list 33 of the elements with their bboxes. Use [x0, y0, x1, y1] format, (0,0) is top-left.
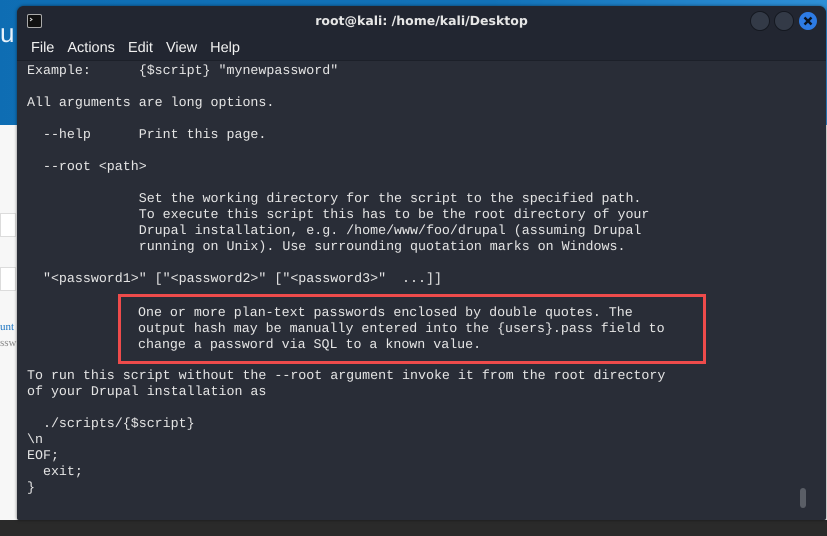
terminal-line: Set the working directory for the script to the specified path.: [138, 191, 642, 207]
menu-item[interactable]: Actions: [67, 40, 115, 56]
terminal-icon: [27, 14, 42, 28]
site-title: u: [0, 18, 14, 48]
minimize-button[interactable]: [750, 10, 770, 30]
terminal-line: "<password1>" ["<password2>" ["<password3>" ...]]: [42, 271, 443, 287]
terminal-line: To execute this script this has to be the root directory of your: [138, 207, 650, 223]
terminal-line: EOF;: [27, 448, 60, 464]
menu-item[interactable]: View: [166, 40, 198, 56]
terminal-line: }: [27, 480, 36, 496]
close-button[interactable]: [798, 10, 818, 30]
menu-item[interactable]: Edit: [128, 40, 153, 56]
terminal-line: Drupal installation, e.g. /home/www/foo/drupal (assuming Drupal: [138, 223, 642, 239]
input-field[interactable]: [0, 267, 16, 291]
terminal-line: \n: [27, 432, 44, 448]
terminal-line: change a password via SQL to a known value.: [138, 337, 482, 353]
terminal-line: All arguments are long options.: [27, 95, 276, 111]
terminal-line: --help Print this page.: [42, 127, 268, 143]
terminal-line: --root <path>: [42, 159, 148, 175]
input-field[interactable]: [0, 213, 16, 237]
menu-item[interactable]: Help: [210, 40, 240, 56]
window-title: root@kali: /home/kali/Desktop: [315, 13, 528, 28]
terminal-line: output hash may be manually entered into the {users}.pass field to: [138, 321, 666, 337]
terminal-line: of your Drupal installation as: [27, 384, 268, 400]
terminal-line: running on Unix). Use surrounding quotation marks on Windows.: [138, 239, 626, 255]
scrollbar-thumb[interactable]: [800, 488, 806, 508]
terminal-line: exit;: [42, 464, 84, 480]
terminal-line: One or more plan-text passwords enclosed by double quotes. The: [138, 305, 634, 321]
terminal-line: Example: {$script} "mynewpassword": [27, 63, 340, 79]
menu-item[interactable]: File: [31, 40, 54, 56]
page-link[interactable]: unt: [0, 321, 14, 333]
terminal-line: ./scripts/{$script}: [42, 416, 196, 432]
terminal-line: To run this script without the --root argument invoke it from the root directory: [27, 368, 666, 384]
